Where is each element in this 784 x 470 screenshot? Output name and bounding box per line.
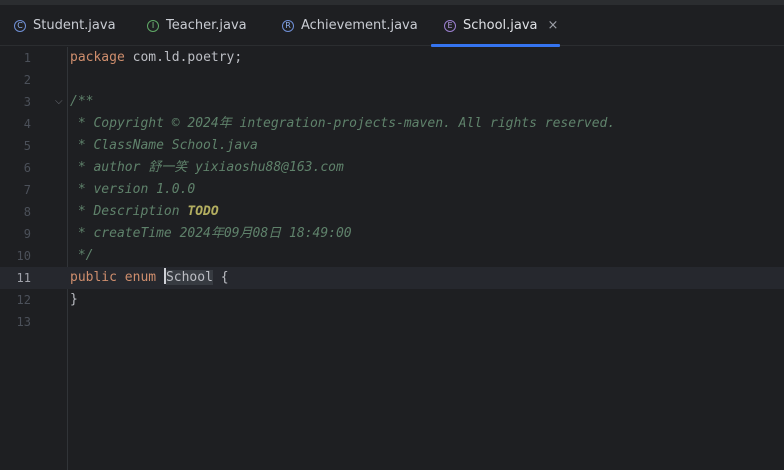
fold-chevron-icon[interactable]: ⌵	[55, 91, 63, 113]
code-line: 8 * Description TODO	[0, 201, 784, 223]
code-line: 6 * author 舒一笑 yixiaoshu88@163.com	[0, 157, 784, 179]
code-text: {	[212, 270, 229, 285]
tab-achievement-java[interactable]: R Achievement.java	[282, 5, 418, 46]
code-line: 13	[0, 311, 784, 333]
highlighted-identifier: School	[165, 270, 213, 285]
doc-comment: * version 1.0.0	[70, 182, 196, 197]
code-text: * Description TODO	[70, 201, 219, 223]
class-icon: C	[14, 19, 26, 32]
line-number: 6	[23, 161, 31, 175]
todo-marker: TODO	[187, 204, 219, 219]
doc-comment: * Copyright © 2024年 integration-projects…	[70, 116, 616, 131]
code-line: 3 ⌵ /**	[0, 91, 784, 113]
tab-label: School.java	[463, 18, 538, 33]
line-number: 13	[16, 315, 31, 329]
line-number: 10	[16, 249, 31, 263]
tab-student-java[interactable]: C Student.java	[14, 5, 116, 46]
doc-comment: /**	[70, 94, 94, 109]
line-number: 11	[16, 271, 31, 285]
line-number: 12	[16, 293, 31, 307]
tab-school-java[interactable]: E School.java ×	[431, 5, 560, 47]
line-number: 5	[23, 139, 31, 153]
code-text: package com.ld.poetry;	[70, 47, 242, 69]
code-text: com.ld.poetry;	[124, 50, 243, 65]
tab-teacher-java[interactable]: I Teacher.java	[147, 5, 247, 46]
tab-label: Student.java	[33, 18, 116, 33]
code-line: 2	[0, 69, 784, 91]
code-text: }	[70, 292, 78, 307]
code-line: 12 }	[0, 289, 784, 311]
interface-icon: I	[147, 19, 159, 32]
doc-comment: */	[70, 248, 94, 263]
tab-label: Achievement.java	[301, 18, 418, 33]
code-line: 7 * version 1.0.0	[0, 179, 784, 201]
code-line: 1 package com.ld.poetry;	[0, 47, 784, 69]
line-number: 3	[23, 95, 31, 109]
code-line: 9 * createTime 2024年09月08日 18:49:00	[0, 223, 784, 245]
record-icon: R	[282, 19, 294, 32]
line-number: 2	[23, 73, 31, 87]
doc-comment: * Description	[70, 204, 188, 219]
tab-label: Teacher.java	[166, 18, 247, 33]
enum-icon: E	[444, 19, 456, 32]
line-number: 9	[23, 227, 31, 241]
line-number: 8	[23, 205, 31, 219]
editor-tab-bar: C Student.java I Teacher.java R Achievem…	[0, 5, 784, 47]
code-line: 5 * ClassName School.java	[0, 135, 784, 157]
line-number: 4	[23, 117, 31, 131]
doc-comment: * createTime 2024年09月08日 18:49:00	[70, 226, 352, 241]
current-code-line: 11 public enum School {	[0, 267, 784, 289]
close-tab-icon[interactable]: ×	[548, 18, 559, 33]
code-line: 4 * Copyright © 2024年 integration-projec…	[0, 113, 784, 135]
code-text: public enum School {	[70, 267, 229, 289]
doc-comment: * author 舒一笑 yixiaoshu88@163.com	[70, 160, 344, 175]
keyword: package	[70, 50, 125, 65]
line-number: 1	[23, 51, 31, 65]
keyword: enum	[124, 270, 157, 285]
line-number: 7	[23, 183, 31, 197]
code-line: 10 */	[0, 245, 784, 267]
doc-comment: * ClassName School.java	[70, 138, 258, 153]
keyword: public	[70, 270, 117, 285]
